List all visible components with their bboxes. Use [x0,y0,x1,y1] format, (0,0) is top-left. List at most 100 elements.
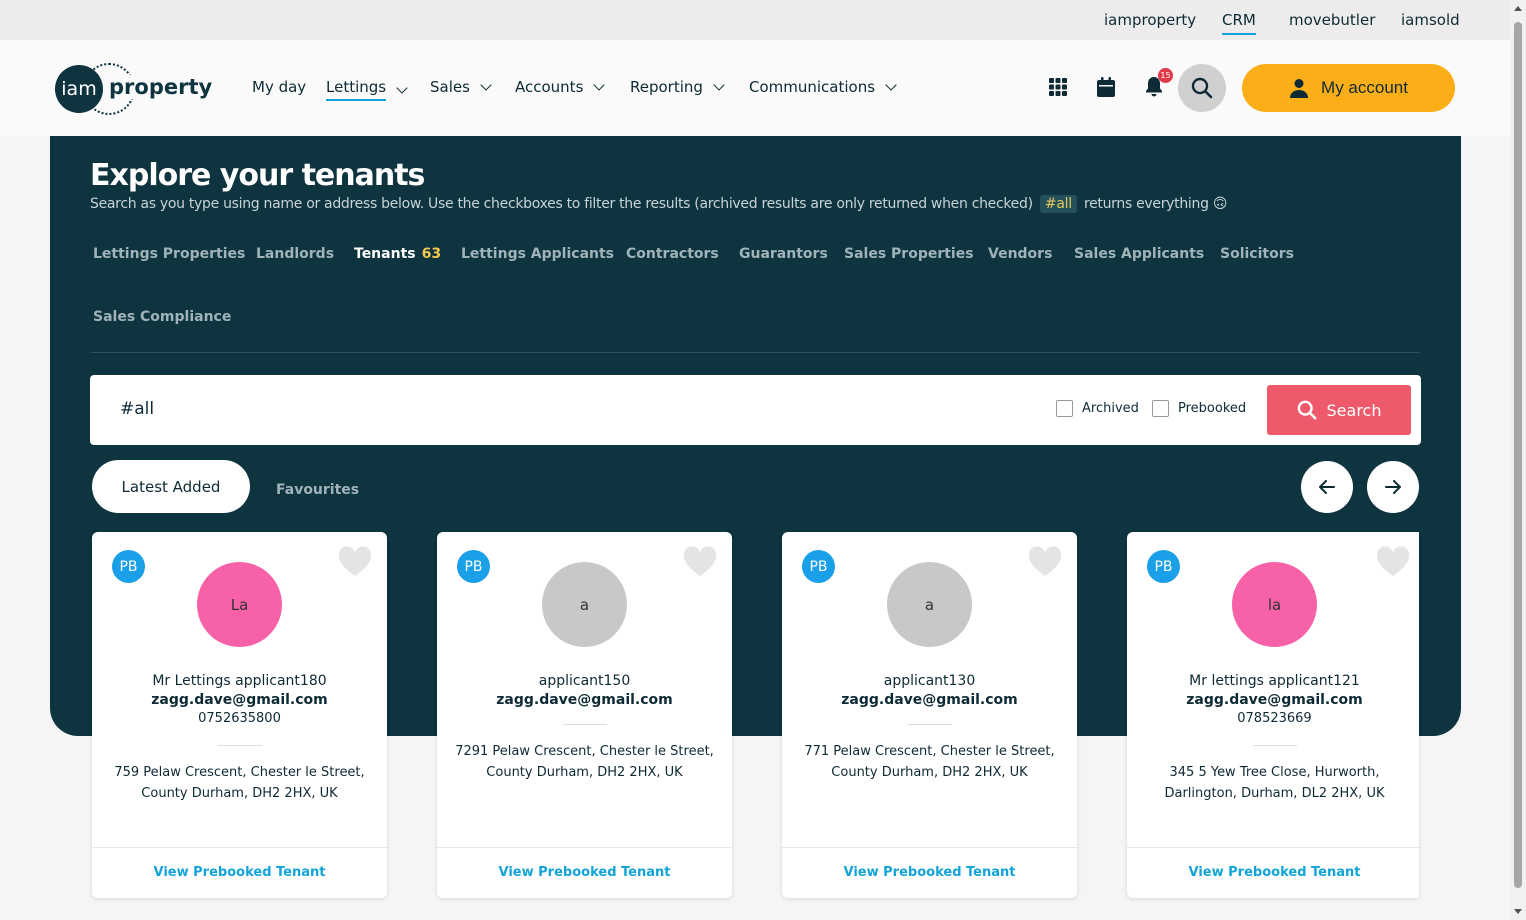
avatar: a [887,562,972,647]
search-icon [1191,77,1213,99]
page-subtitle: Search as you type using name or address… [90,195,1227,213]
carousel-prev-button[interactable] [1301,461,1353,513]
logo-circle: iam [55,65,103,113]
scroll-down-arrow-icon[interactable] [1514,909,1522,914]
tab-contractors[interactable]: Contractors [626,246,719,262]
notification-count-badge: 15 [1158,68,1173,83]
search-button[interactable]: Search [1267,385,1411,435]
prebooked-badge: PB [802,550,835,583]
tab-sales-applicants[interactable]: Sales Applicants [1074,246,1204,262]
page-title-plain: Explore your [90,158,302,193]
tenant-name: applicant130 [883,673,976,689]
search-button-label: Search [1326,400,1382,420]
nav-my-day[interactable]: My day [252,78,306,96]
prebooked-badge: PB [457,550,490,583]
avatar: La [197,562,282,647]
nav-label: Sales [430,78,470,96]
calendar-icon[interactable] [1095,76,1117,98]
tab-guarantors[interactable]: Guarantors [739,246,828,262]
nav-communications[interactable]: Communications [749,78,897,96]
topbar-link-movebutler[interactable]: movebutler [1289,11,1375,29]
topbar-link-crm[interactable]: CRM [1222,11,1256,35]
view-prebooked-tenant-link[interactable]: View Prebooked Tenant [92,865,387,880]
tab-sales-properties[interactable]: Sales Properties [844,246,974,262]
tab-lettings-properties[interactable]: Lettings Properties [93,246,245,262]
notifications-bell-icon[interactable]: 15 [1143,68,1173,98]
nav-sales[interactable]: Sales [430,78,492,96]
search-bar: Archived Prebooked Search [90,375,1421,445]
view-prebooked-tenant-link[interactable]: View Prebooked Tenant [1127,865,1422,880]
prebooked-label: Prebooked [1178,401,1247,416]
address-line: 345 5 Yew Tree Close, Hurworth, [1169,765,1380,780]
tab-landlords[interactable]: Landlords [256,246,334,262]
scrollbar-thumb[interactable] [1514,22,1522,888]
latest-added-tab[interactable]: Latest Added [92,460,250,513]
chevron-down-icon [480,79,492,91]
address-line: 771 Pelaw Crescent, Chester le Street, [804,744,1055,759]
view-prebooked-tenant-link[interactable]: View Prebooked Tenant [782,865,1077,880]
tab-sales-compliance[interactable]: Sales Compliance [93,309,231,325]
prebooked-badge: PB [1147,550,1180,583]
tenant-phone: 078523669 [1237,711,1312,726]
nav-lettings[interactable]: Lettings [326,78,408,101]
archived-checkbox[interactable]: Archived [1056,400,1139,417]
address-line: 759 Pelaw Crescent, Chester le Street, [114,765,365,780]
checkbox-box[interactable] [1152,400,1169,417]
nav-label: Accounts [515,78,584,96]
heart-icon[interactable] [1375,546,1411,578]
checkbox-box[interactable] [1056,400,1073,417]
topbar-link-iamproperty[interactable]: iamproperty [1104,11,1196,29]
tenant-card: PB La Mr Lettings applicant180 zagg.dave… [92,532,387,898]
top-utility-bar: iamproperty CRM movebutler iamsold [0,0,1510,40]
heart-icon[interactable] [682,546,718,578]
view-prebooked-tenant-link[interactable]: View Prebooked Tenant [437,865,732,880]
main-header: iam property My day Lettings Sales Accou… [0,40,1510,136]
tab-vendors[interactable]: Vendors [988,246,1052,262]
all-tag: #all [1039,195,1077,213]
card-divider [782,847,1077,848]
arrow-right-icon [1385,480,1401,494]
header-search-button[interactable] [1178,64,1226,112]
search-input[interactable] [120,399,920,419]
card-separator [218,745,262,746]
page-scrollbar[interactable] [1510,0,1526,920]
prebooked-badge: PB [112,550,145,583]
scroll-up-arrow-icon[interactable] [1514,6,1522,11]
prebooked-checkbox[interactable]: Prebooked [1152,400,1246,417]
apps-grid-icon[interactable] [1047,76,1069,98]
address-line: County Durham, DH2 2HX, UK [141,786,338,801]
address-line: County Durham, DH2 2HX, UK [831,765,1028,780]
carousel-next-button[interactable] [1367,461,1419,513]
my-account-label: My account [1321,78,1408,97]
my-account-button[interactable]: My account [1242,64,1455,112]
tab-solicitors[interactable]: Solicitors [1220,246,1294,262]
tab-lettings-applicants[interactable]: Lettings Applicants [461,246,614,262]
tenant-name: Mr lettings applicant121 [1189,673,1360,689]
tab-tenants[interactable]: Tenants 63 [354,246,441,262]
tenant-card: PB la Mr lettings applicant121 zagg.dave… [1127,532,1419,898]
avatar: la [1232,562,1317,647]
card-divider [437,847,732,848]
tab-tenants-label: Tenants [354,246,416,262]
nav-accounts[interactable]: Accounts [515,78,606,96]
nav-label: Reporting [630,78,703,96]
chevron-down-icon [593,79,606,91]
tenant-address: 345 5 Yew Tree Close, Hurworth, Darlingto… [1142,762,1407,804]
topbar-link-iamsold[interactable]: iamsold [1401,11,1460,29]
tenant-name: applicant150 [538,673,631,689]
tenant-email: zagg.dave@gmail.com [496,692,673,708]
favourites-tab[interactable]: Favourites [276,482,359,498]
address-line: 7291 Pelaw Crescent, Chester le Street, [455,744,714,759]
card-separator [563,724,607,725]
nav-reporting[interactable]: Reporting [630,78,725,96]
tenant-address: 759 Pelaw Crescent, Chester le Street, Co… [107,762,372,804]
tenant-name: Mr Lettings applicant180 [152,673,327,689]
nav-label: Communications [749,78,876,96]
card-divider [1127,847,1419,848]
heart-icon[interactable] [1027,546,1063,578]
archived-label: Archived [1082,401,1139,416]
heart-icon[interactable] [337,546,373,578]
iamproperty-logo[interactable]: iam property [55,63,215,115]
tenant-phone: 0752635800 [198,711,281,726]
tenant-card: PB a applicant150 zagg.dave@gmail.com 72… [437,532,732,898]
